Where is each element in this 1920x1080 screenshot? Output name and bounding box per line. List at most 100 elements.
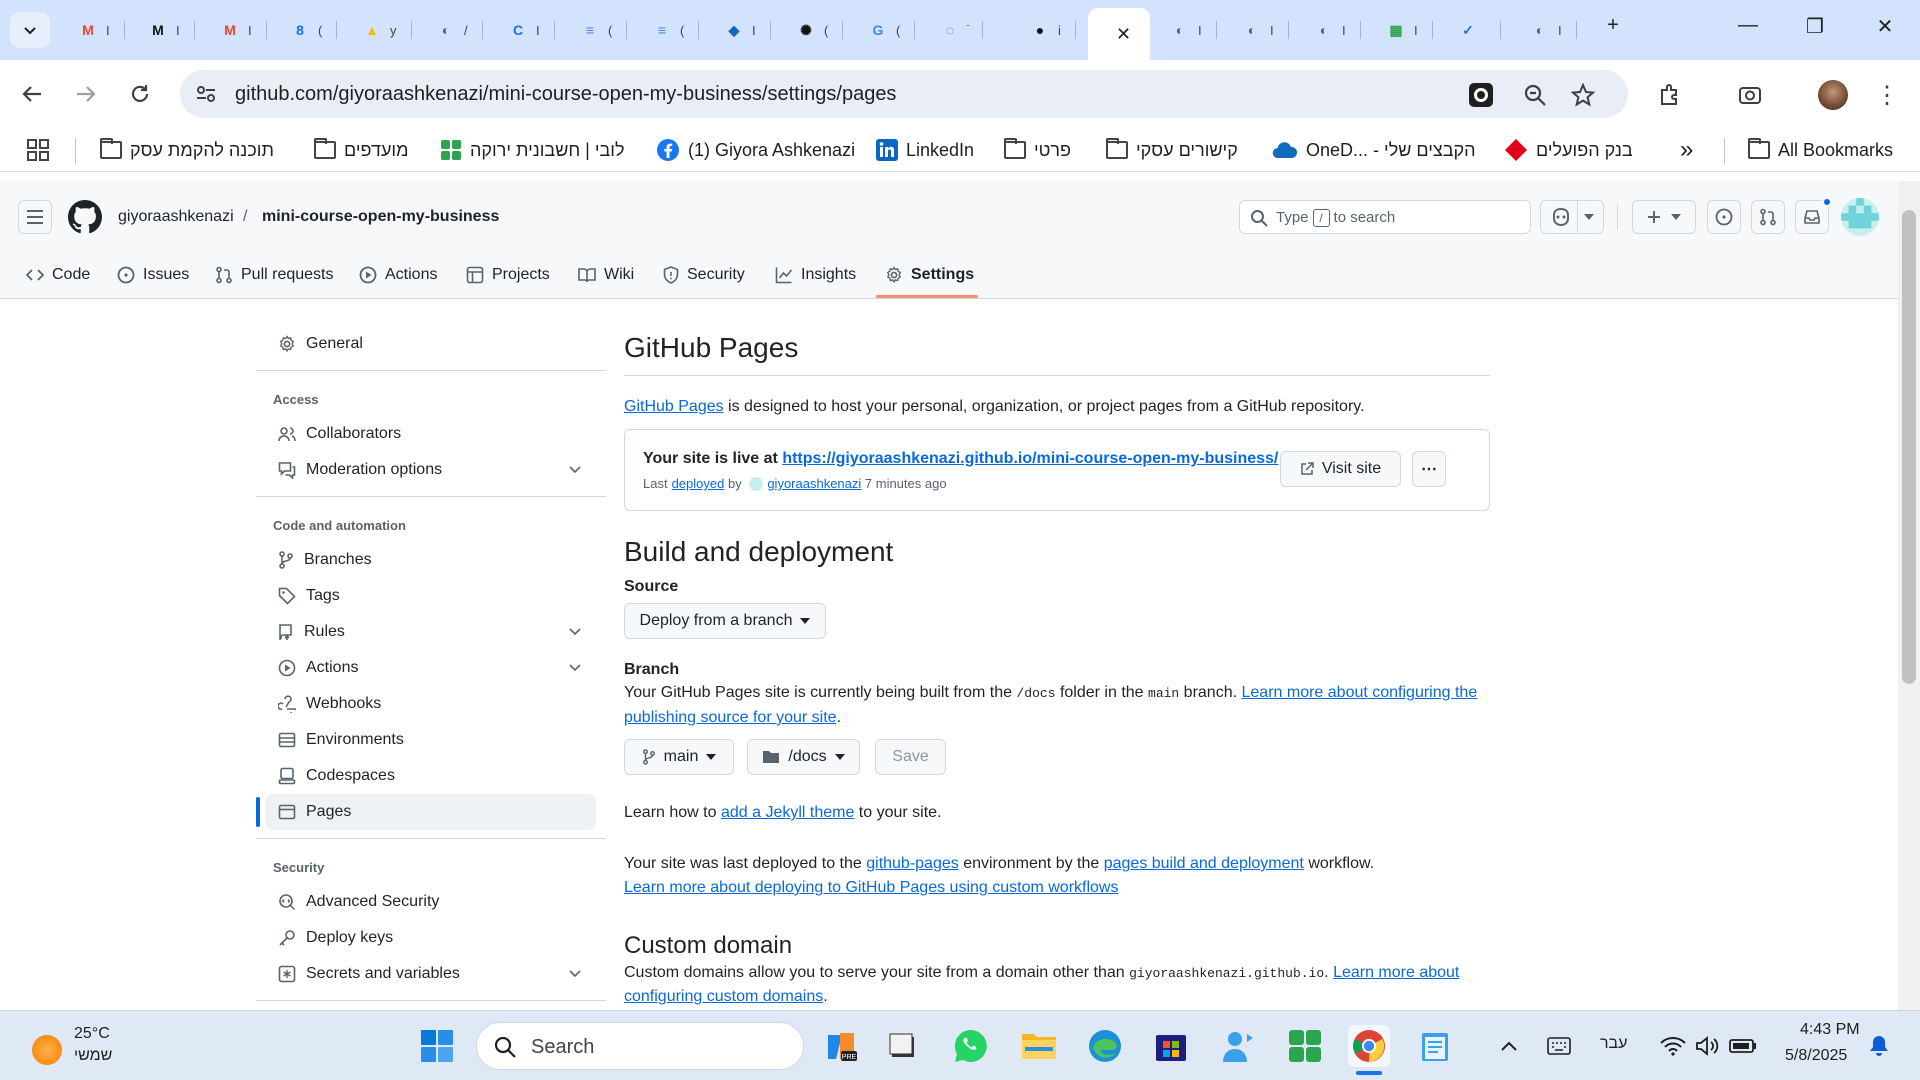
configure-source-link[interactable]: Learn more about configuring the xyxy=(1242,684,1478,701)
file-explorer-app[interactable] xyxy=(1018,1025,1060,1067)
url-text[interactable]: github.com/giyoraashkenazi/mini-course-o… xyxy=(235,83,896,106)
bookmark-star-icon[interactable] xyxy=(1570,82,1596,108)
issues-button[interactable] xyxy=(1707,200,1741,234)
copilot-pre-app[interactable]: PRE xyxy=(820,1025,862,1067)
back-button[interactable] xyxy=(14,76,50,112)
tab-3[interactable]: 8( xyxy=(278,12,338,48)
chrome-app[interactable] xyxy=(1348,1025,1390,1067)
tab-9[interactable]: ◆ I xyxy=(712,12,771,48)
tab-1[interactable]: MI xyxy=(136,12,195,48)
notepad-app[interactable] xyxy=(1414,1025,1456,1067)
sidebar-item-moderation-options[interactable]: Moderation options xyxy=(266,452,596,488)
tab-15[interactable]: ◐ I xyxy=(1230,12,1289,48)
reload-button[interactable] xyxy=(122,76,158,112)
deployed-link[interactable]: deployed xyxy=(672,476,725,491)
tab-10[interactable]: ✺( xyxy=(784,12,844,48)
tab-pull-requests[interactable]: Pull requests xyxy=(215,260,334,290)
tab-5[interactable]: ◐ / xyxy=(424,12,483,48)
custom-workflows-link[interactable]: Learn more about deploying to GitHub Pag… xyxy=(624,879,1118,896)
sidebar-item-rules[interactable]: Rules xyxy=(266,614,596,650)
edge-app[interactable] xyxy=(1084,1025,1126,1067)
custom-domain-link[interactable]: Learn more about xyxy=(1333,964,1459,981)
store-app[interactable] xyxy=(1150,1025,1192,1067)
search-input[interactable]: Type / to search xyxy=(1239,200,1531,234)
jekyll-theme-link[interactable]: add a Jekyll theme xyxy=(721,804,854,821)
tab-7[interactable]: ≡( xyxy=(568,12,628,48)
bookmark-5[interactable]: פרטי xyxy=(1004,136,1071,164)
workflow-link[interactable]: pages build and deployment xyxy=(1104,855,1304,872)
sidebar-item-webhooks[interactable]: Webhooks xyxy=(266,686,596,722)
sidebar-item-environments[interactable]: Environments xyxy=(266,722,596,758)
tab-4[interactable]: ▲ у xyxy=(350,12,412,48)
tab-projects[interactable]: Projects xyxy=(466,260,550,290)
visit-site-button[interactable]: Visit site xyxy=(1280,451,1401,487)
close-window-button[interactable]: ✕ xyxy=(1870,14,1900,39)
clock-date[interactable]: 5/8/2025 xyxy=(1785,1047,1847,1065)
battery-icon[interactable] xyxy=(1722,1025,1764,1067)
bookmark-7[interactable]: OneD... - הקבצים שלי xyxy=(1272,136,1476,164)
breadcrumb-repo[interactable]: mini-course-open-my-business xyxy=(262,208,499,226)
tab-2[interactable]: MI xyxy=(208,12,267,48)
sidebar-item-tags[interactable]: Tags xyxy=(266,578,596,614)
github-pages-link[interactable]: GitHub Pages xyxy=(624,398,724,415)
source-dropdown[interactable]: Deploy from a branch xyxy=(624,603,826,639)
configure-source-link-2[interactable]: publishing source for your site xyxy=(624,709,837,726)
taskbar-search[interactable]: Search xyxy=(476,1022,804,1070)
taskview-app[interactable] xyxy=(882,1025,924,1067)
all-bookmarks-button[interactable]: All Bookmarks xyxy=(1748,136,1893,164)
sidebar-item-collaborators[interactable]: Collaborators xyxy=(266,416,596,452)
pull-requests-button[interactable] xyxy=(1751,200,1785,234)
contact-app[interactable] xyxy=(1218,1025,1260,1067)
hamburger-menu-button[interactable] xyxy=(18,200,52,234)
folder-select[interactable]: /docs xyxy=(747,739,860,775)
chrome-menu-icon[interactable]: ⋮ xyxy=(1872,80,1902,110)
profile-avatar[interactable] xyxy=(1818,80,1848,110)
github-logo-icon[interactable] xyxy=(68,200,102,234)
save-button[interactable]: Save xyxy=(875,739,946,775)
bookmark-6[interactable]: קישורים עסקי xyxy=(1106,136,1238,164)
new-tab-button[interactable]: + xyxy=(1598,14,1628,37)
sidebar-item-pages[interactable]: Pages xyxy=(266,794,596,830)
close-icon[interactable]: ✕ xyxy=(1116,24,1131,45)
sidebar-item-advanced-security[interactable]: Advanced Security xyxy=(266,884,596,920)
tab-search-button[interactable] xyxy=(10,12,50,48)
sidebar-item-codespaces[interactable]: Codespaces xyxy=(266,758,596,794)
bookmark-2[interactable]: לובי | חשבונית ירוקה xyxy=(440,136,625,164)
bookmark-1[interactable]: מועדפים xyxy=(314,136,408,164)
bookmark-8[interactable]: בנק הפועלים xyxy=(1504,136,1633,164)
tab-17[interactable]: ▦ I xyxy=(1374,12,1433,48)
tray-overflow-icon[interactable] xyxy=(1488,1025,1530,1067)
branch-select[interactable]: main xyxy=(624,739,734,775)
tab-8[interactable]: ≡( xyxy=(640,12,700,48)
breadcrumb-owner[interactable]: giyoraashkenazi xyxy=(118,208,234,226)
screenshot-icon[interactable] xyxy=(1735,80,1765,110)
bookmark-0[interactable]: תוכנה להקמת עסק xyxy=(100,136,274,164)
scrollbar-thumb[interactable] xyxy=(1902,210,1916,684)
site-info-icon[interactable] xyxy=(192,80,220,108)
sidebar-item-branches[interactable]: Branches xyxy=(266,542,596,578)
tab-active[interactable]: ✕ xyxy=(1088,8,1150,60)
forward-button[interactable] xyxy=(68,76,104,112)
input-language[interactable]: עבר xyxy=(1600,1035,1627,1053)
tab-settings[interactable]: Settings xyxy=(885,260,974,290)
github-extension-icon[interactable] xyxy=(1468,82,1494,108)
keyboard-icon[interactable] xyxy=(1538,1025,1580,1067)
tab-18[interactable]: ✓ xyxy=(1446,12,1501,48)
github-pages-env-link[interactable]: github-pages xyxy=(866,855,959,872)
tab-actions[interactable]: Actions xyxy=(359,260,437,290)
sidebar-item-secrets-variables[interactable]: Secrets and variables xyxy=(266,956,596,992)
notifications-bell-icon[interactable] xyxy=(1858,1025,1900,1067)
extensions-icon[interactable] xyxy=(1656,80,1686,110)
tab-0[interactable]: MI xyxy=(66,12,125,48)
tab-13[interactable]: ● i xyxy=(1018,12,1076,48)
tab-code[interactable]: Code xyxy=(26,260,90,290)
tab-security[interactable]: Security xyxy=(663,260,745,290)
sidebar-item-actions[interactable]: Actions xyxy=(266,650,596,686)
tab-wiki[interactable]: Wiki xyxy=(578,260,634,290)
custom-domain-link-2[interactable]: configuring custom domains xyxy=(624,988,823,1005)
sidebar-item-general[interactable]: General xyxy=(266,326,596,362)
user-link[interactable]: giyoraashkenazi xyxy=(767,476,861,491)
zoom-icon[interactable] xyxy=(1522,82,1548,108)
create-new-button[interactable] xyxy=(1632,200,1696,234)
green-grid-app[interactable] xyxy=(1284,1025,1326,1067)
